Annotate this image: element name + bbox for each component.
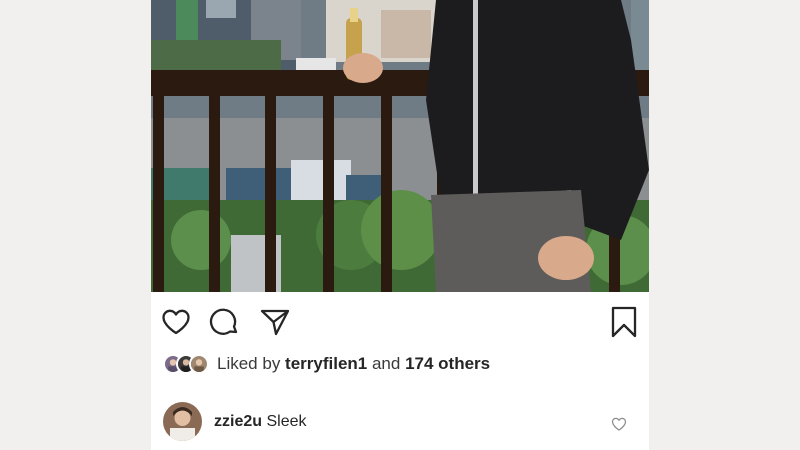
commenter-avatar[interactable] — [163, 402, 202, 441]
comment-like-button[interactable] — [611, 416, 627, 432]
liked-by-user-link[interactable]: terryfilen1 — [285, 354, 367, 373]
liked-by-prefix: Liked by — [217, 354, 286, 373]
post-photo[interactable] — [151, 0, 649, 292]
comment-button[interactable] — [209, 306, 241, 338]
likes-count-link[interactable]: 174 others — [405, 354, 490, 373]
liked-by-and: and — [367, 354, 406, 373]
bookmark-icon — [611, 306, 637, 338]
comment-username[interactable]: zzie2u — [214, 413, 262, 430]
comment-text: Sleek — [266, 413, 307, 430]
paper-plane-icon — [260, 309, 290, 336]
avatar[interactable] — [189, 354, 209, 374]
instagram-post: Liked by terryfilen1 and 174 others zzie… — [151, 0, 649, 450]
comment-body: zzie2u Sleek — [214, 413, 307, 431]
like-button[interactable] — [160, 306, 192, 338]
share-button[interactable] — [259, 306, 291, 338]
likes-summary: Liked by terryfilen1 and 174 others — [163, 352, 490, 376]
post-action-bar — [151, 292, 649, 350]
liker-avatars — [163, 354, 209, 374]
liked-by-text: Liked by terryfilen1 and 174 others — [217, 354, 490, 374]
heart-icon — [611, 417, 627, 431]
comment-row: zzie2u Sleek — [163, 402, 637, 442]
feed-background: Liked by terryfilen1 and 174 others zzie… — [0, 0, 800, 450]
save-button[interactable] — [608, 306, 640, 338]
comment-icon — [209, 308, 238, 335]
heart-icon — [162, 309, 190, 335]
